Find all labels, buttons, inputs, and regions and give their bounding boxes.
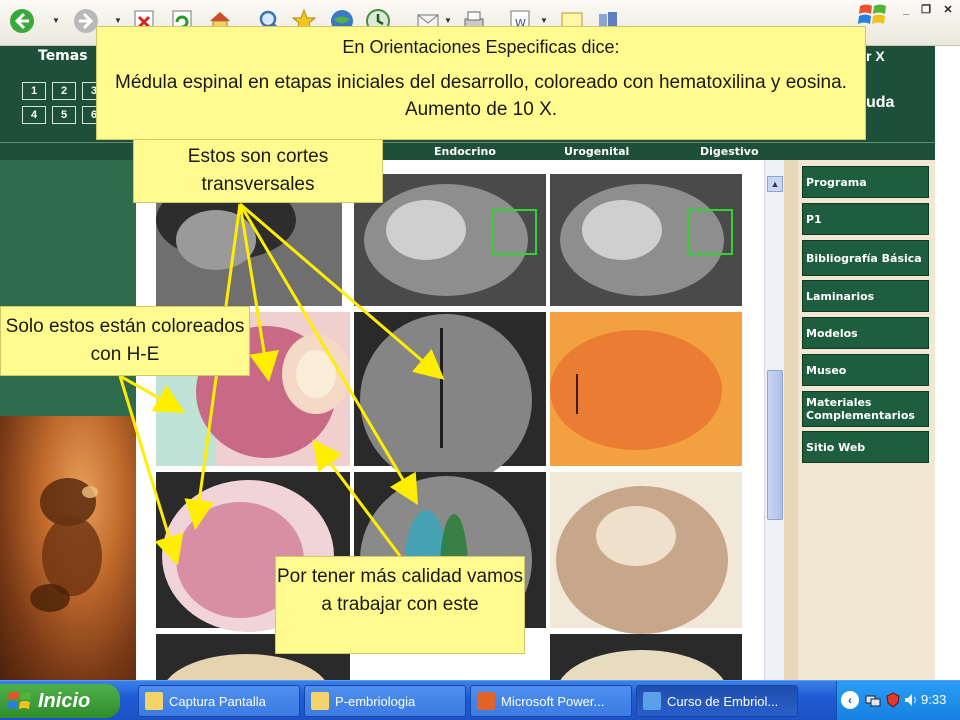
menu-modelos[interactable]: Modelos — [802, 317, 929, 349]
task-p-embriologia[interactable]: P-embriologia — [304, 685, 466, 717]
edit-dropdown-icon[interactable]: ▼ — [540, 16, 548, 25]
network-icon[interactable] — [865, 692, 881, 708]
callout-orientaciones: En Orientaciones Especificas dice: Médul… — [96, 26, 866, 140]
callout-orientaciones-title: En Orientaciones Especificas dice: — [342, 37, 620, 57]
task-powerpoint[interactable]: Microsoft Power... — [470, 685, 632, 717]
menu-laminarios[interactable]: Laminarios — [802, 280, 929, 312]
topic-number-button[interactable]: 4 — [22, 106, 46, 124]
volume-icon[interactable] — [903, 692, 919, 708]
task-label: P-embriologia — [335, 693, 416, 709]
folder-icon — [311, 692, 329, 710]
task-label: Microsoft Power... — [501, 693, 605, 709]
start-button[interactable]: Inicio — [0, 684, 120, 718]
task-label: Curso de Embriol... — [667, 693, 779, 709]
topic-number-button[interactable]: 2 — [52, 82, 76, 100]
nav-urogenital[interactable]: Urogenital — [564, 145, 629, 158]
callout-orientaciones-body: Médula espinal en etapas iniciales del d… — [115, 72, 847, 120]
callout-cortes: Estos son cortes transversales — [133, 139, 383, 203]
restore-icon[interactable]: ❐ — [916, 2, 936, 18]
right-menu: Programa P1 Bibliografía Básica Laminari… — [784, 160, 935, 680]
back-icon[interactable] — [8, 7, 36, 35]
topic-number-button[interactable]: 1 — [22, 82, 46, 100]
screen: ▼ ▼ ▼ W ▼ _ ❐ ✕ Temas 1 2 3 4 5 6 r X ud… — [0, 0, 960, 720]
menu-p1[interactable]: P1 — [802, 203, 929, 235]
task-captura-pantalla[interactable]: Captura Pantalla — [138, 685, 300, 717]
minimize-icon[interactable]: _ — [896, 2, 916, 18]
security-icon[interactable] — [885, 692, 901, 708]
menu-sitio-web[interactable]: Sitio Web — [802, 431, 929, 463]
close-icon[interactable]: ✕ — [938, 2, 958, 18]
system-tray: ‹ 9:33 — [836, 681, 960, 720]
task-label: Captura Pantalla — [169, 693, 266, 709]
callout-he: Solo estos están coloreados con H-E — [0, 306, 250, 376]
folder-icon — [145, 692, 163, 710]
topic-number-button[interactable]: 5 — [52, 106, 76, 124]
scroll-thumb[interactable] — [767, 370, 783, 520]
menu-materiales[interactable]: Materiales Complementarios — [802, 391, 929, 427]
left-panel — [0, 160, 136, 416]
scroll-up-icon[interactable]: ▲ — [767, 176, 783, 192]
taskbar: Inicio Captura Pantalla P-embriologia Mi… — [0, 680, 960, 720]
temas-label: Temas — [38, 48, 88, 64]
callout-calidad: Por tener más calidad vamos a trabajar c… — [275, 556, 525, 654]
gallery-scrollbar[interactable]: ▲ — [764, 160, 784, 680]
clock: 9:33 — [921, 692, 947, 707]
menu-programa[interactable]: Programa — [802, 166, 929, 198]
forward-dropdown-icon[interactable]: ▼ — [114, 16, 122, 25]
menu-bibliografia[interactable]: Bibliografía Básica — [802, 240, 929, 276]
help-label[interactable]: uda — [866, 94, 894, 112]
windows-flag-icon — [8, 692, 31, 709]
header-right-text: r X — [866, 48, 885, 64]
task-curso-embriologia[interactable]: Curso de Embriol... — [636, 685, 798, 717]
back-dropdown-icon[interactable]: ▼ — [52, 16, 60, 25]
powerpoint-icon — [477, 692, 495, 710]
chevron-left-icon[interactable]: ‹ — [841, 691, 859, 709]
nav-digestivo[interactable]: Digestivo — [700, 145, 759, 158]
mail-dropdown-icon[interactable]: ▼ — [444, 16, 452, 25]
embryo-photo — [0, 416, 136, 680]
nav-endocrino[interactable]: Endocrino — [434, 145, 496, 158]
windows-logo-icon — [858, 4, 886, 24]
start-label: Inicio — [38, 689, 91, 712]
internet-explorer-icon — [643, 692, 661, 710]
menu-museo[interactable]: Museo — [802, 354, 929, 386]
